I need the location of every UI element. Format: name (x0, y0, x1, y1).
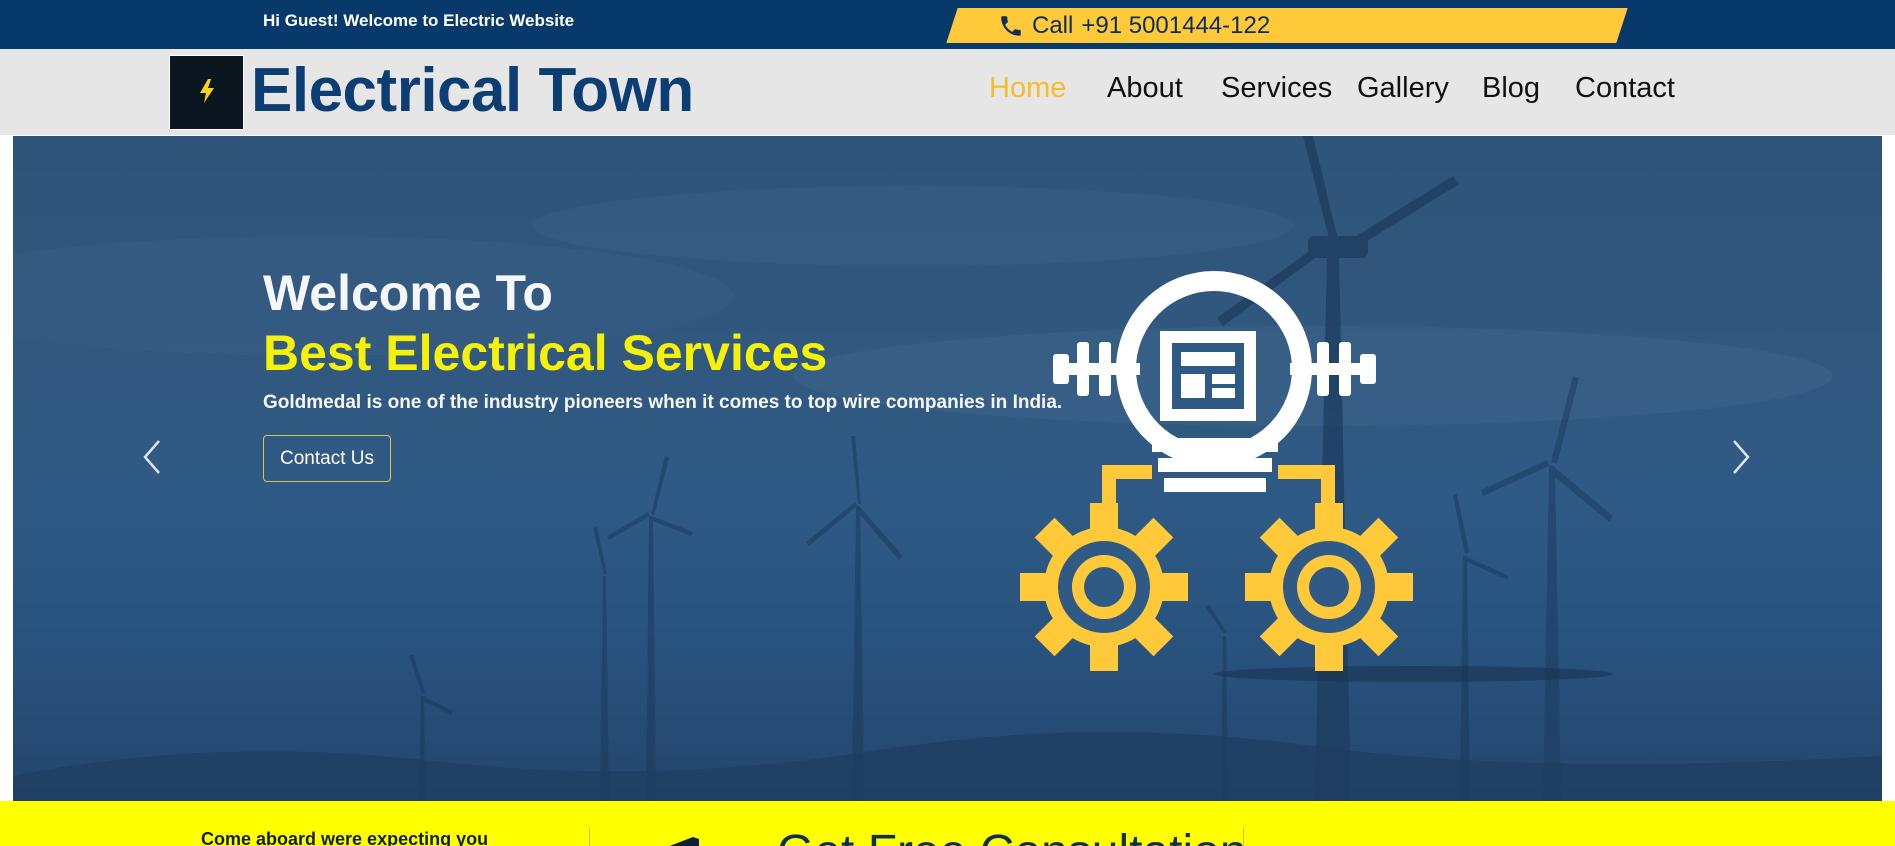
nav-blog[interactable]: Blog (1482, 66, 1540, 110)
nav-gallery[interactable]: Gallery (1357, 66, 1449, 110)
contact-us-button[interactable]: Contact Us (263, 435, 391, 482)
hero-subtitle: Goldmedal is one of the industry pioneer… (263, 392, 1063, 413)
call-label: Call (1032, 12, 1074, 39)
chevron-right-icon (1731, 439, 1751, 479)
megaphone-icon (663, 833, 703, 846)
slider-prev-button[interactable] (132, 434, 172, 484)
lightning-bolt-icon (196, 78, 218, 108)
hero-slider: Welcome To Best Electrical Services Gold… (13, 136, 1882, 801)
logo[interactable] (169, 55, 244, 130)
consultation-band: Come aboard were expecting you Get Free … (0, 801, 1895, 846)
phone-icon (998, 13, 1024, 39)
brand-name[interactable]: Electrical Town (251, 54, 694, 128)
call-link[interactable]: Call +91 5001444-122 (998, 9, 1270, 43)
chevron-left-icon (142, 439, 162, 479)
slider-next-button[interactable] (1721, 434, 1761, 484)
hero-title-line1: Welcome To (263, 265, 553, 321)
nav-contact[interactable]: Contact (1575, 66, 1675, 110)
band-title[interactable]: Get Free Consultation (777, 825, 1247, 846)
phone-number: +91 5001444-122 (1081, 12, 1271, 39)
nav-services[interactable]: Services (1221, 66, 1332, 110)
hero-title-line2: Best Electrical Services (263, 325, 828, 381)
band-divider-right (1243, 827, 1244, 846)
band-divider-left (589, 827, 590, 846)
nav-about[interactable]: About (1107, 66, 1183, 110)
band-tagline: Come aboard were expecting you (201, 829, 489, 846)
nav-home[interactable]: Home (989, 66, 1066, 110)
welcome-text: Hi Guest! Welcome to Electric Website (263, 11, 575, 30)
